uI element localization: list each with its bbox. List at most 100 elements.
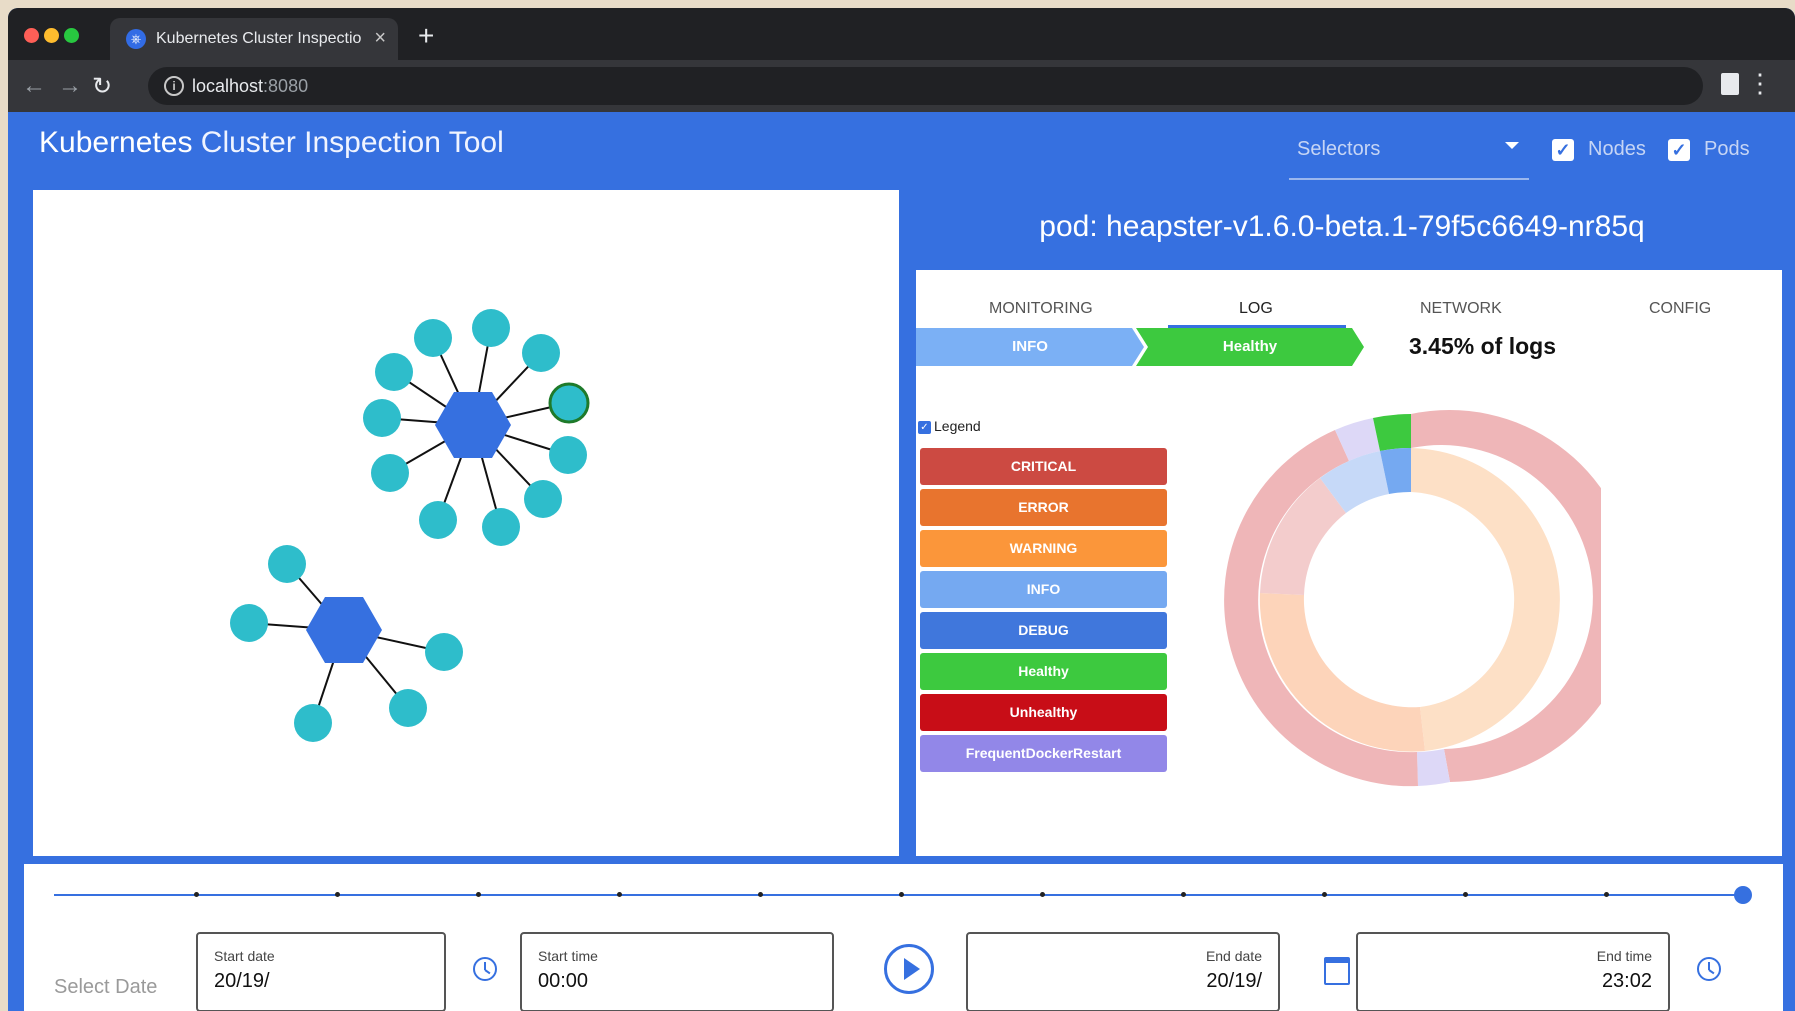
browser-toolbar: ← → ↻ i localhost:8080 ⋮ bbox=[8, 60, 1795, 112]
nodes-label: Nodes bbox=[1588, 138, 1646, 160]
maximize-window-icon[interactable] bbox=[64, 28, 79, 43]
slider-tick bbox=[899, 892, 904, 897]
minimize-window-icon[interactable] bbox=[44, 28, 59, 43]
address-bar[interactable]: i localhost:8080 bbox=[148, 67, 1703, 105]
legend-button-frequentdockerrestart[interactable]: FrequentDockerRestart bbox=[920, 735, 1167, 772]
tab-close-icon[interactable]: × bbox=[374, 27, 386, 50]
end-time-clock-icon[interactable] bbox=[1697, 957, 1721, 981]
forward-icon[interactable]: → bbox=[58, 72, 82, 100]
time-slider-track[interactable] bbox=[54, 886, 1752, 904]
pod-circle[interactable] bbox=[419, 501, 457, 539]
reload-icon[interactable]: ↻ bbox=[92, 72, 112, 101]
legend-button-debug[interactable]: DEBUG bbox=[920, 612, 1167, 649]
pod-circle[interactable] bbox=[375, 353, 413, 391]
legend-button-unhealthy[interactable]: Unhealthy bbox=[920, 694, 1167, 731]
end-date-field[interactable]: End date 20/19/ bbox=[966, 932, 1280, 1011]
url-host: localhost bbox=[192, 76, 264, 96]
legend-checkbox[interactable]: ✓ bbox=[918, 420, 931, 434]
end-time-value: 23:02 bbox=[1601, 970, 1652, 992]
slider-tick bbox=[1463, 892, 1468, 897]
slider-tick bbox=[758, 892, 763, 897]
legend-button-error[interactable]: ERROR bbox=[920, 489, 1167, 526]
cluster-graph-panel bbox=[33, 190, 899, 856]
pods-checkbox[interactable]: ✓ bbox=[1668, 139, 1690, 161]
app-title-rest: Cluster Inspection Tool bbox=[192, 126, 504, 159]
browser-tabbar: ⎈ Kubernetes Cluster Inspection × + bbox=[8, 8, 1795, 60]
start-date-label: Start date bbox=[214, 948, 275, 964]
legend-label: Legend bbox=[934, 418, 981, 434]
start-date-clock-icon[interactable] bbox=[473, 957, 497, 981]
start-date-value: 20/19/ bbox=[214, 970, 270, 992]
slider-tick bbox=[1040, 892, 1045, 897]
pod-circle[interactable] bbox=[268, 545, 306, 583]
pod-detail-panel: pod: heapster-v1.6.0-beta.1-79f5c6649-nr… bbox=[901, 190, 1783, 856]
legend-button-healthy[interactable]: Healthy bbox=[920, 653, 1167, 690]
site-info-icon[interactable]: i bbox=[164, 76, 184, 96]
active-tab-indicator bbox=[1168, 325, 1346, 328]
pod-circle[interactable] bbox=[522, 334, 560, 372]
legend-button-info[interactable]: INFO bbox=[920, 571, 1167, 608]
url-port: :8080 bbox=[263, 76, 309, 96]
log-sunburst-chart[interactable] bbox=[1221, 410, 1601, 790]
nodes-checkbox[interactable]: ✓ bbox=[1552, 139, 1574, 161]
pod-circle[interactable] bbox=[371, 454, 409, 492]
node-hexagon-2[interactable] bbox=[306, 597, 382, 663]
pod-circle[interactable] bbox=[425, 633, 463, 671]
pod-circle[interactable] bbox=[549, 436, 587, 474]
play-button[interactable] bbox=[884, 944, 934, 994]
start-time-label: Start time bbox=[538, 948, 598, 964]
chevron-down-icon bbox=[1505, 142, 1519, 149]
browser-tab[interactable]: ⎈ Kubernetes Cluster Inspection × bbox=[110, 18, 398, 60]
pod-circle[interactable] bbox=[294, 704, 332, 742]
clipboard-extension-icon[interactable] bbox=[1721, 73, 1739, 95]
calendar-icon[interactable] bbox=[1324, 957, 1350, 985]
log-percentage: 3.45% of logs bbox=[1409, 333, 1556, 359]
pods-label: Pods bbox=[1704, 138, 1750, 160]
breadcrumb-healthy[interactable]: Healthy bbox=[1136, 328, 1364, 366]
tab-monitoring[interactable]: MONITORING bbox=[989, 300, 1093, 318]
end-time-label: End time bbox=[1596, 948, 1652, 964]
app-title-bold: Kubernetes bbox=[39, 126, 193, 159]
selectors-dropdown[interactable]: Selectors bbox=[1289, 130, 1529, 180]
pod-detail-content: MONITORING LOG NETWORK CONFIG INFO Healt… bbox=[916, 270, 1782, 856]
legend-button-critical[interactable]: CRITICAL bbox=[920, 448, 1167, 485]
breadcrumb-info[interactable]: INFO bbox=[916, 328, 1144, 366]
legend-button-warning[interactable]: WARNING bbox=[920, 530, 1167, 567]
pod-circle-selected[interactable] bbox=[548, 382, 590, 424]
tab-log[interactable]: LOG bbox=[1239, 300, 1273, 318]
back-icon[interactable]: ← bbox=[22, 72, 46, 100]
pod-circle[interactable] bbox=[230, 604, 268, 642]
slider-tick bbox=[1322, 892, 1327, 897]
pod-circle[interactable] bbox=[414, 319, 452, 357]
node-hexagon-1[interactable] bbox=[435, 392, 511, 458]
slider-tick bbox=[617, 892, 622, 897]
tab-config[interactable]: CONFIG bbox=[1649, 300, 1711, 318]
slider-tick bbox=[476, 892, 481, 897]
pod-circle[interactable] bbox=[472, 309, 510, 347]
end-date-value: 20/19/ bbox=[1206, 970, 1262, 992]
close-window-icon[interactable] bbox=[24, 28, 39, 43]
legend-toggle[interactable]: ✓ Legend bbox=[918, 418, 981, 434]
slider-tick bbox=[1604, 892, 1609, 897]
end-date-label: End date bbox=[1205, 948, 1262, 964]
selectors-label: Selectors bbox=[1297, 138, 1381, 160]
pod-circle[interactable] bbox=[389, 689, 427, 727]
pod-circle[interactable] bbox=[363, 399, 401, 437]
inner-ring-debug[interactable] bbox=[1411, 448, 1560, 751]
pod-circle[interactable] bbox=[524, 480, 562, 518]
pod-title: pod: heapster-v1.6.0-beta.1-79f5c6649-nr… bbox=[1039, 210, 1645, 243]
pod-circle[interactable] bbox=[482, 508, 520, 546]
kubernetes-favicon-icon: ⎈ bbox=[126, 29, 146, 49]
start-date-field[interactable]: Start date 20/19/ bbox=[196, 932, 446, 1011]
app-title: Kubernetes Cluster Inspection Tool bbox=[39, 126, 504, 160]
new-tab-button[interactable]: + bbox=[418, 22, 434, 50]
time-range-panel: Select Date Start date 20/19/ Start time… bbox=[24, 864, 1783, 1011]
browser-window: ⎈ Kubernetes Cluster Inspection × + ← → … bbox=[8, 8, 1795, 1011]
tab-network[interactable]: NETWORK bbox=[1420, 300, 1502, 318]
url-text: localhost:8080 bbox=[192, 76, 308, 97]
tab-title: Kubernetes Cluster Inspection bbox=[156, 30, 361, 47]
time-slider-thumb[interactable] bbox=[1734, 886, 1752, 904]
start-time-field[interactable]: Start time 00:00 bbox=[520, 932, 834, 1011]
end-time-field[interactable]: End time 23:02 bbox=[1356, 932, 1670, 1011]
browser-menu-icon[interactable]: ⋮ bbox=[1747, 70, 1773, 96]
